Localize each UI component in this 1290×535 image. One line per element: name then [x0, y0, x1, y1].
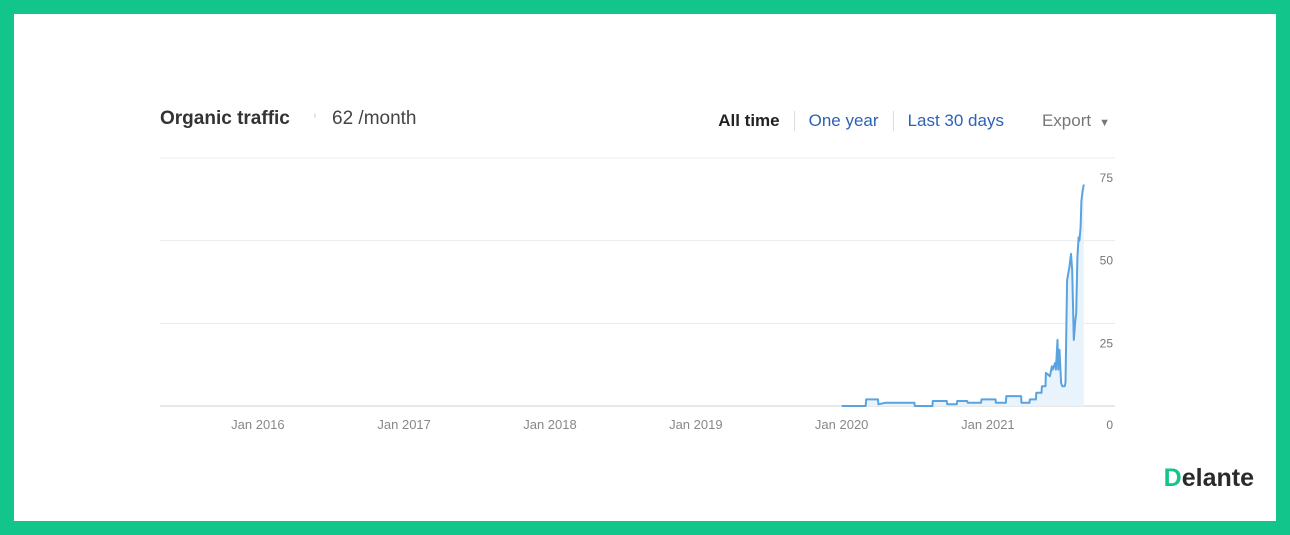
traffic-chart: 0 25 50 75 Jan 2016 Jan 2017 Jan 2018 Jan 2019 J… [160, 157, 1115, 432]
x-tick-label: Jan 2018 [523, 417, 577, 432]
y-tick-label: 75 [1100, 171, 1114, 185]
x-tick-label: Jan 2016 [231, 417, 285, 432]
delante-logo: Delante [1164, 464, 1254, 493]
y-tick-label: 0 [1106, 418, 1113, 432]
series-line [841, 184, 1085, 407]
x-tick-label: Jan 2019 [669, 417, 723, 432]
y-tick-label: 50 [1100, 254, 1114, 268]
x-tick-label: Jan 2021 [961, 417, 1015, 432]
x-tick-label: Jan 2017 [377, 417, 431, 432]
logo-text: elante [1181, 464, 1254, 492]
logo-initial: D [1163, 464, 1182, 492]
x-tick-label: Jan 2020 [815, 417, 869, 432]
y-tick-label: 25 [1100, 336, 1114, 350]
series-area [841, 184, 1084, 406]
